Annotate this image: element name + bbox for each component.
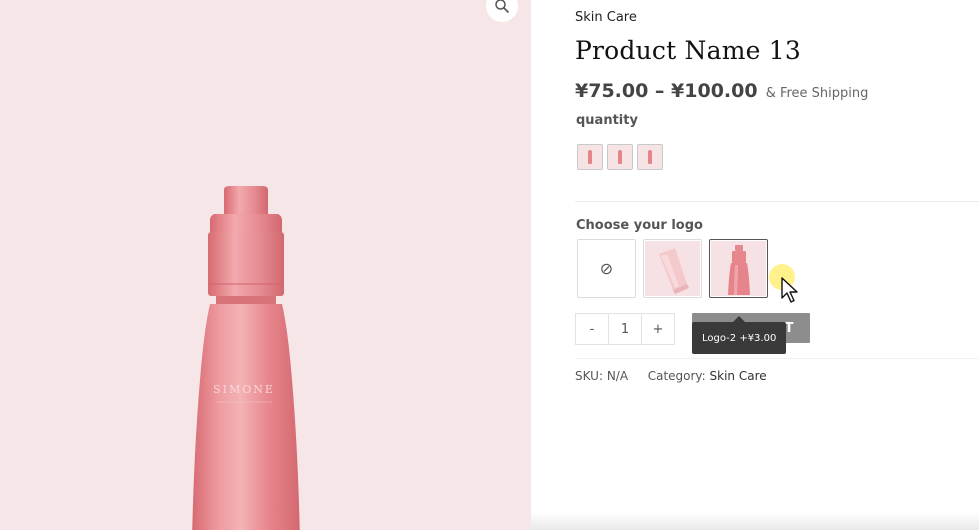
search-icon: [495, 0, 509, 13]
product-category-link[interactable]: Skin Care: [575, 10, 637, 25]
logo-1-image: [645, 241, 700, 296]
shipping-note: & Free Shipping: [765, 86, 869, 101]
zoom-button[interactable]: [486, 0, 518, 22]
product-title: Product Name 13: [575, 36, 801, 65]
none-icon: ⊘: [599, 259, 614, 278]
quantity-stepper: - 1 +: [575, 313, 675, 345]
section-divider: [575, 201, 979, 202]
quantity-minus-button[interactable]: -: [576, 314, 608, 344]
mini-bottle-icon: [618, 150, 622, 164]
quantity-swatches: [577, 144, 663, 170]
price-row: ¥75.00 – ¥100.00 & Free Shipping: [575, 80, 868, 102]
quantity-swatch-1[interactable]: [577, 144, 603, 170]
sku-label: SKU:: [575, 369, 603, 383]
bottle-icon: [727, 244, 750, 295]
product-page: SIMONE Skin Care Product Name 13 ¥75.00 …: [0, 0, 979, 530]
quantity-plus-button[interactable]: +: [642, 314, 674, 344]
bottle-brand-text: SIMONE: [213, 383, 275, 396]
product-meta: SKU: N/A Category: Skin Care: [575, 369, 767, 383]
category-link[interactable]: Skin Care: [710, 369, 767, 383]
price-range: ¥75.00 – ¥100.00: [575, 80, 758, 102]
logo-swatch-1[interactable]: [643, 239, 702, 298]
quantity-swatch-3[interactable]: [637, 144, 663, 170]
quantity-attribute-label: quantity: [576, 113, 638, 128]
logo-tooltip: Logo-2 +¥3.00: [692, 316, 787, 354]
logo-attribute-label: Choose your logo: [576, 218, 703, 233]
logo-swatch-none[interactable]: ⊘: [577, 239, 636, 298]
category-label: Category:: [647, 369, 706, 383]
mini-bottle-icon: [648, 150, 652, 164]
mini-bottle-icon: [588, 150, 592, 164]
quantity-input[interactable]: 1: [608, 314, 642, 344]
logo-swatch-2[interactable]: [709, 239, 768, 298]
logo-2-image: [711, 241, 766, 296]
quantity-swatch-2[interactable]: [607, 144, 633, 170]
product-gallery[interactable]: SIMONE: [0, 0, 531, 530]
product-bottle-image: SIMONE: [192, 186, 300, 530]
tube-icon: [658, 247, 689, 294]
logo-swatches: ⊘: [577, 239, 768, 298]
sku-value: N/A: [606, 369, 629, 383]
bottom-fade: [531, 512, 979, 530]
meta-divider: [575, 358, 979, 359]
cursor-arrow-icon: [781, 277, 798, 303]
